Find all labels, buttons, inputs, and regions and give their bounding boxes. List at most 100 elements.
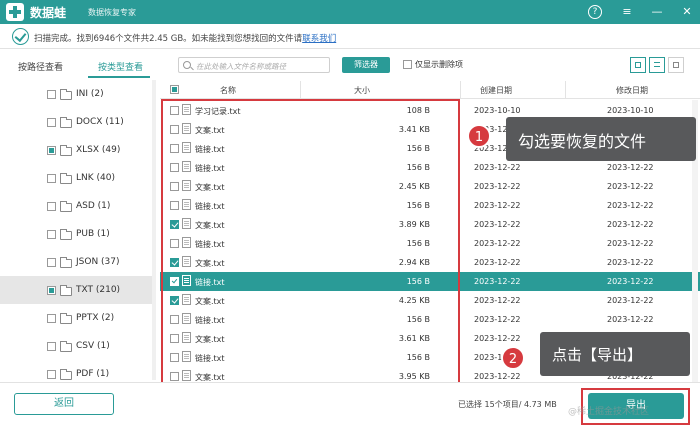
- search-input[interactable]: 在此处输入文件名称或路径: [178, 57, 330, 73]
- step1-text: 勾选要恢复的文件: [518, 132, 647, 151]
- file-type-checkbox[interactable]: [47, 146, 56, 155]
- file-type-checkbox[interactable]: [47, 90, 56, 99]
- header-divider: [300, 81, 301, 99]
- header-size[interactable]: 大小: [354, 85, 370, 96]
- contact-us-link[interactable]: 联系我们: [302, 34, 336, 44]
- header-name[interactable]: 名称: [220, 85, 236, 96]
- watermark: @稀土掘金技术社区: [568, 407, 650, 417]
- step2-badge: 2: [501, 346, 525, 370]
- created-date: 2023-12-22: [474, 277, 521, 286]
- folder-icon: [60, 369, 72, 380]
- file-type-list: INI (2) DOCX (11) XLSX (49) LNK (40) ASD (1)…: [0, 80, 152, 380]
- file-type-label: INI (2): [76, 89, 104, 99]
- file-type-checkbox[interactable]: [47, 230, 56, 239]
- folder-icon: [60, 257, 72, 268]
- only-deleted-label: 仅显示删除项: [415, 60, 463, 69]
- created-date: 2023-12-22: [474, 182, 521, 191]
- file-type-checkbox[interactable]: [47, 174, 56, 183]
- file-type-item[interactable]: PDF (1): [0, 360, 152, 380]
- created-date: 2023-12-22: [474, 239, 521, 248]
- file-type-item[interactable]: CSV (1): [0, 332, 152, 360]
- check-circle-icon: [12, 28, 29, 45]
- folder-icon: [60, 285, 72, 296]
- view-mode-tabs: 按路径查看 按类型查看: [0, 54, 160, 78]
- folder-icon: [60, 117, 72, 128]
- created-date: 2023-12-22: [474, 315, 521, 324]
- only-deleted-checkbox[interactable]: [403, 60, 412, 69]
- file-type-label: PUB (1): [76, 229, 110, 239]
- file-type-label: PPTX (2): [76, 313, 115, 323]
- modified-date: 2023-12-22: [607, 239, 654, 248]
- file-type-item[interactable]: PUB (1): [0, 220, 152, 248]
- scan-status-bar: 扫描完成。找到6946个文件共2.45 GB。如未能找到您想找回的文件请联系我们: [0, 24, 700, 49]
- select-all-checkbox[interactable]: [170, 85, 179, 94]
- app-logo-icon: [6, 3, 24, 21]
- file-type-checkbox[interactable]: [47, 258, 56, 267]
- created-date: 2023-12-22: [474, 220, 521, 229]
- detail-view-icon[interactable]: [668, 57, 684, 73]
- app-name: 数据蛙: [30, 6, 67, 20]
- header-divider: [460, 81, 461, 99]
- modified-date: 2023-12-22: [607, 163, 654, 172]
- back-button[interactable]: 返回: [14, 393, 114, 415]
- title-bar: 数据蛙 数据恢复专家 ? ≡ — ✕: [0, 0, 700, 24]
- minimize-icon[interactable]: —: [650, 5, 664, 19]
- file-type-label: DOCX (11): [76, 117, 124, 127]
- folder-icon: [60, 145, 72, 156]
- folder-icon: [60, 229, 72, 240]
- file-type-item[interactable]: TXT (210): [0, 276, 152, 304]
- grid-view-icon[interactable]: [630, 57, 646, 73]
- active-tab-underline: [88, 76, 150, 78]
- file-type-checkbox[interactable]: [47, 118, 56, 127]
- search-placeholder: 在此处输入文件名称或路径: [196, 62, 286, 71]
- file-type-label: CSV (1): [76, 341, 110, 351]
- close-icon[interactable]: ✕: [680, 5, 694, 19]
- menu-icon[interactable]: ≡: [620, 5, 634, 19]
- step1-badge: 1: [467, 124, 491, 148]
- step2-text: 点击【导出】: [552, 346, 643, 364]
- file-type-label: PDF (1): [76, 369, 110, 379]
- scan-status-text: 扫描完成。找到6946个文件共2.45 GB。如未能找到您想找回的文件请联系我们: [34, 34, 337, 44]
- created-date: 2023-12-22: [474, 258, 521, 267]
- tab-by-path[interactable]: 按路径查看: [18, 60, 63, 73]
- modified-date: 2023-12-22: [607, 315, 654, 324]
- modified-date: 2023-12-22: [607, 296, 654, 305]
- modified-date: 2023-12-22: [607, 220, 654, 229]
- list-view-icon[interactable]: [649, 57, 665, 73]
- folder-icon: [60, 313, 72, 324]
- file-type-label: LNK (40): [76, 173, 115, 183]
- file-type-item[interactable]: JSON (37): [0, 248, 152, 276]
- file-type-checkbox[interactable]: [47, 314, 56, 323]
- file-type-checkbox[interactable]: [47, 202, 56, 211]
- file-type-item[interactable]: INI (2): [0, 80, 152, 108]
- help-icon[interactable]: ?: [588, 5, 602, 19]
- file-type-item[interactable]: XLSX (49): [0, 136, 152, 164]
- file-type-item[interactable]: ASD (1): [0, 192, 152, 220]
- tab-by-type[interactable]: 按类型查看: [98, 60, 143, 73]
- file-type-label: JSON (37): [76, 257, 120, 267]
- modified-date: 2023-10-10: [607, 106, 654, 115]
- file-type-checkbox[interactable]: [47, 370, 56, 379]
- modified-date: 2023-12-22: [607, 201, 654, 210]
- file-type-checkbox[interactable]: [47, 342, 56, 351]
- table-header: 名称 大小 创建日期 修改日期: [160, 81, 700, 99]
- filter-button[interactable]: 筛选器: [342, 57, 390, 73]
- header-divider: [565, 81, 566, 99]
- file-type-label: ASD (1): [76, 201, 111, 211]
- selection-summary: 已选择 15个项目/ 4.73 MB: [458, 400, 557, 409]
- header-modified[interactable]: 修改日期: [616, 85, 648, 96]
- header-created[interactable]: 创建日期: [480, 85, 512, 96]
- created-date: 2023-12-22: [474, 201, 521, 210]
- folder-icon: [60, 173, 72, 184]
- created-date: 2023-12-22: [474, 334, 521, 343]
- file-type-item[interactable]: LNK (40): [0, 164, 152, 192]
- created-date: 2023-12-22: [474, 372, 521, 381]
- search-icon: [183, 61, 191, 69]
- file-type-checkbox[interactable]: [47, 286, 56, 295]
- file-type-item[interactable]: PPTX (2): [0, 304, 152, 332]
- left-scrollbar[interactable]: [152, 80, 156, 380]
- folder-icon: [60, 201, 72, 212]
- file-type-item[interactable]: DOCX (11): [0, 108, 152, 136]
- file-type-label: TXT (210): [76, 285, 121, 295]
- file-type-label: XLSX (49): [76, 145, 121, 155]
